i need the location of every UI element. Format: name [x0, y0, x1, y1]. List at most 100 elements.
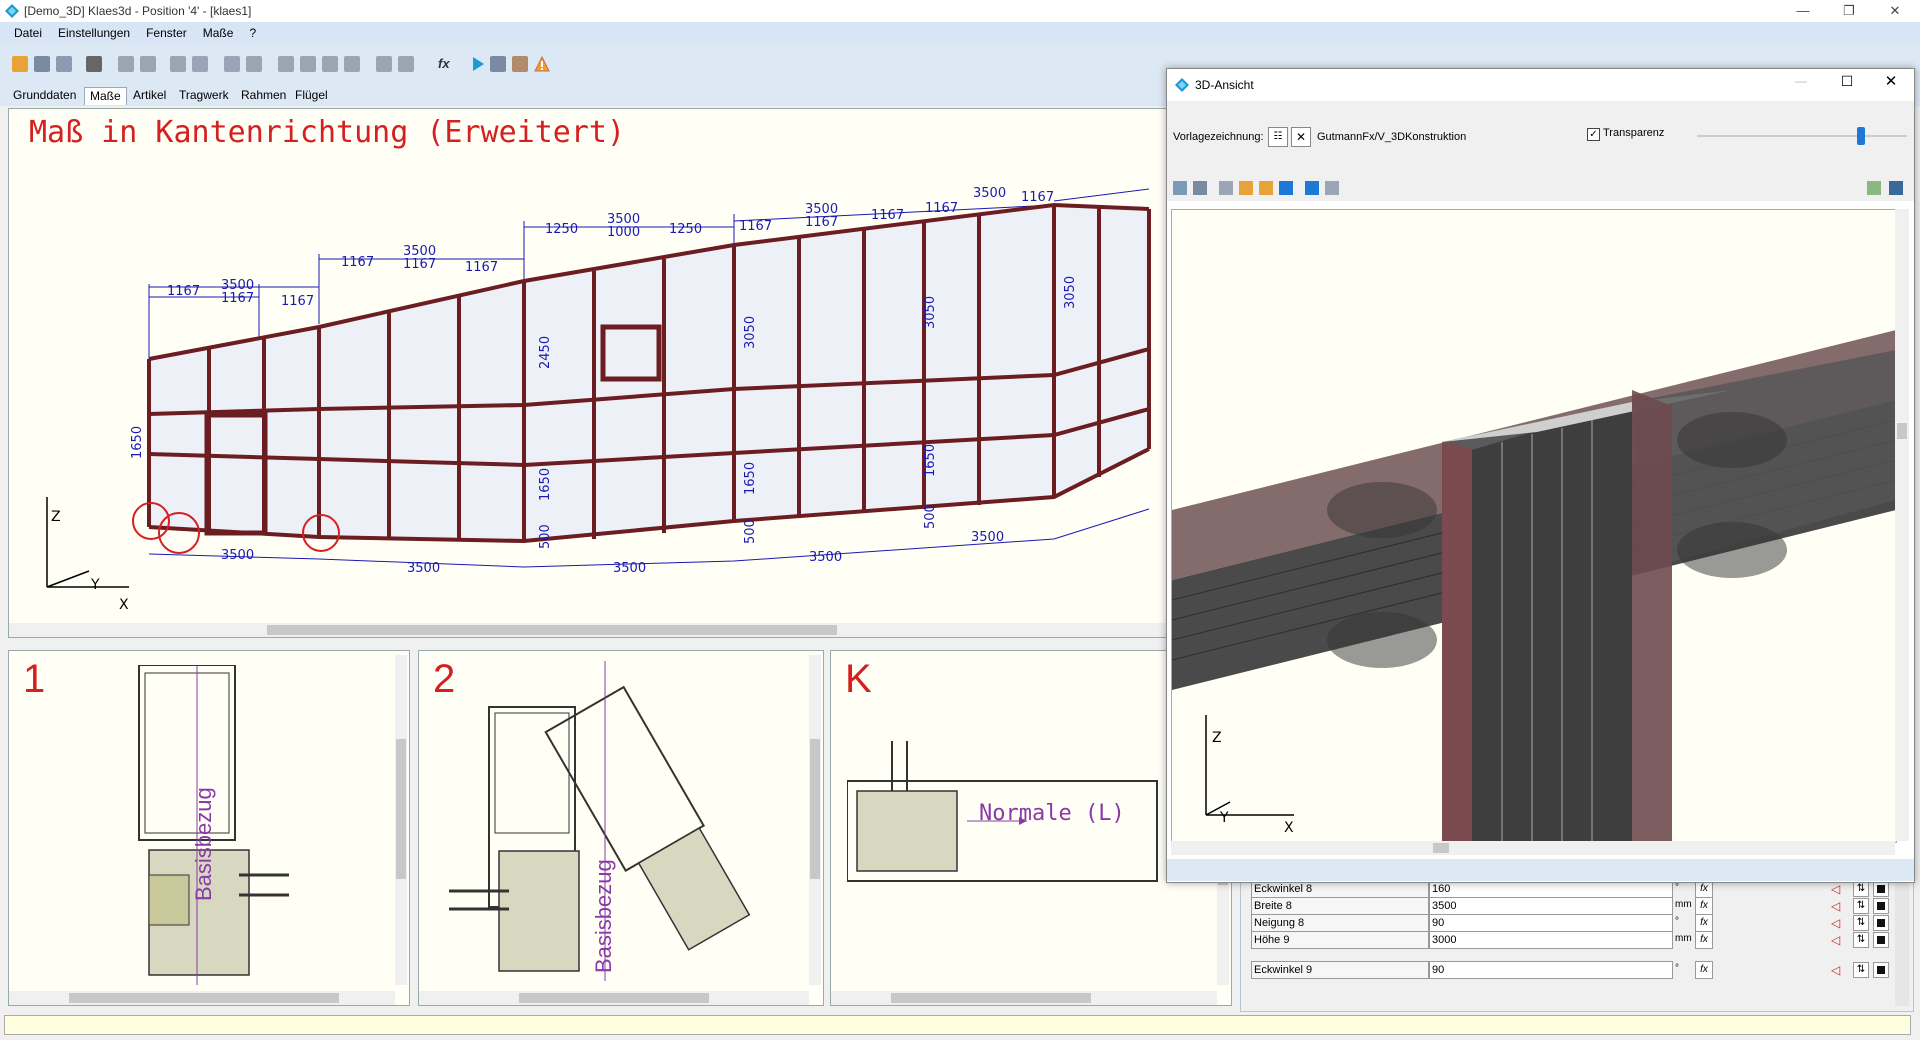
transparency-slider-thumb[interactable]: [1857, 127, 1865, 145]
detail-k-hscroll[interactable]: [831, 991, 1217, 1005]
arrow-right-icon[interactable]: [398, 56, 414, 72]
link-icon[interactable]: ⇅: [1853, 932, 1869, 948]
undo-icon[interactable]: [118, 56, 134, 72]
detail-2-vscroll-thumb[interactable]: [810, 739, 820, 879]
zoom-3d-icon[interactable]: [1219, 181, 1233, 195]
zoom-window-icon[interactable]: [246, 56, 262, 72]
detail-panel-1[interactable]: 1 Basisbezug: [8, 650, 410, 1006]
pan-3d-icon[interactable]: [1279, 181, 1293, 195]
property-formula-button[interactable]: fx: [1695, 914, 1713, 932]
view-3d-close-button[interactable]: ✕: [1879, 72, 1903, 92]
tab-artikel[interactable]: Artikel: [128, 87, 171, 104]
lock-icon[interactable]: [1873, 915, 1889, 931]
menu-masse[interactable]: Maße: [195, 22, 242, 40]
detail-k-annotation: Normale (L): [979, 801, 1125, 826]
link-icon[interactable]: ⇅: [1853, 898, 1869, 914]
property-formula-button[interactable]: fx: [1695, 897, 1713, 915]
view-3d-window[interactable]: 3D-Ansicht — ☐ ✕ Vorlagezeichnung: ☷ ✕ G…: [1166, 68, 1915, 883]
angle-icon[interactable]: ◁: [1831, 916, 1845, 930]
angle-icon[interactable]: ◁: [1831, 882, 1845, 896]
minimize-button[interactable]: —: [1780, 0, 1826, 22]
tab-rahmen[interactable]: Rahmen: [236, 87, 291, 104]
save-all-icon[interactable]: [56, 56, 72, 72]
detail-2-vscroll[interactable]: [809, 655, 821, 985]
warning-icon[interactable]: [534, 55, 550, 72]
template-label: Vorlagezeichnung:: [1173, 131, 1264, 143]
arrow-right-3d-icon[interactable]: [1325, 181, 1339, 195]
detail-k-hscroll-thumb[interactable]: [891, 993, 1091, 1003]
arrow-left-icon[interactable]: [376, 56, 392, 72]
back-icon[interactable]: [170, 56, 186, 72]
arrow-left-3d-icon[interactable]: [1305, 181, 1319, 195]
detail-1-hscroll-thumb[interactable]: [69, 993, 339, 1003]
detail-2-hscroll-thumb[interactable]: [519, 993, 709, 1003]
angle-icon[interactable]: ◁: [1831, 963, 1845, 977]
main-drawing-panel[interactable]: Maß in Kantenrichtung (Erweitert) 1167 3…: [8, 108, 1170, 638]
menu-datei[interactable]: Datei: [0, 22, 50, 40]
export-icon[interactable]: [512, 56, 528, 72]
lock-icon[interactable]: [1873, 898, 1889, 914]
link-icon[interactable]: ⇅: [1853, 881, 1869, 897]
zoom-window-3d-icon[interactable]: [1193, 181, 1207, 195]
save-icon[interactable]: [34, 56, 50, 72]
angle-icon[interactable]: ◁: [1831, 933, 1845, 947]
detail-2-hscroll[interactable]: [419, 991, 809, 1005]
close-button[interactable]: ✕: [1872, 0, 1918, 22]
zoom-icon[interactable]: [278, 56, 294, 72]
lock-icon[interactable]: [1873, 881, 1889, 897]
forward-icon[interactable]: [192, 56, 208, 72]
main-scroll-thumb[interactable]: [267, 625, 837, 635]
run-icon[interactable]: [470, 56, 486, 72]
rotate-3d-icon[interactable]: [1239, 181, 1253, 195]
export-image-icon[interactable]: [1867, 181, 1881, 195]
pan-icon[interactable]: [344, 56, 360, 72]
property-value-input[interactable]: 90: [1429, 914, 1673, 932]
detail-1-hscroll[interactable]: [9, 991, 395, 1005]
menu-fenster[interactable]: Fenster: [138, 22, 195, 40]
tab-tragwerk[interactable]: Tragwerk: [174, 87, 234, 104]
tab-fluegel[interactable]: Flügel: [290, 87, 333, 104]
refresh-3d-icon[interactable]: [1889, 181, 1903, 195]
link-icon[interactable]: ⇅: [1853, 962, 1869, 978]
view-3d-maximize-button[interactable]: ☐: [1835, 73, 1859, 93]
redraw-icon[interactable]: [322, 56, 338, 72]
properties-vscroll[interactable]: [1895, 876, 1909, 1006]
view-3d-canvas[interactable]: Z Y X: [1171, 209, 1897, 843]
property-formula-button[interactable]: fx: [1695, 961, 1713, 979]
detail-panel-2[interactable]: 2 Basisbezug: [418, 650, 824, 1006]
property-value-input[interactable]: 90: [1429, 961, 1673, 979]
template-clear-button[interactable]: ✕: [1291, 127, 1311, 147]
rotate-icon[interactable]: [300, 56, 316, 72]
view-3d-minimize-button[interactable]: —: [1789, 74, 1813, 94]
layers-icon[interactable]: [490, 56, 506, 72]
view-3d-hscroll[interactable]: [1171, 841, 1895, 855]
tab-masse[interactable]: Maße: [84, 87, 127, 105]
view-3d-vscroll-thumb[interactable]: [1897, 423, 1907, 439]
property-value-input[interactable]: 3500: [1429, 897, 1673, 915]
view-3d-hscroll-thumb[interactable]: [1433, 843, 1449, 853]
detail-1-vscroll[interactable]: [395, 655, 407, 985]
detail-1-vscroll-thumb[interactable]: [396, 739, 406, 879]
zoom-fit-3d-icon[interactable]: [1173, 181, 1187, 195]
restore-button[interactable]: ❐: [1826, 0, 1872, 22]
transparency-slider[interactable]: [1697, 127, 1907, 145]
link-icon[interactable]: ⇅: [1853, 915, 1869, 931]
zoom-fit-icon[interactable]: [224, 56, 240, 72]
menu-einstellungen[interactable]: Einstellungen: [50, 22, 138, 40]
property-value-input[interactable]: 3000: [1429, 931, 1673, 949]
angle-icon[interactable]: ◁: [1831, 899, 1845, 913]
transparency-checkbox[interactable]: ✓: [1587, 128, 1600, 141]
main-horizontal-scrollbar[interactable]: [9, 623, 1169, 637]
lock-icon[interactable]: [1873, 932, 1889, 948]
lock-icon[interactable]: [1873, 962, 1889, 978]
formula-icon[interactable]: fx: [438, 56, 454, 72]
orbit-3d-icon[interactable]: [1259, 181, 1273, 195]
tab-grunddaten[interactable]: Grunddaten: [8, 87, 81, 104]
open-icon[interactable]: [12, 56, 28, 72]
print-icon[interactable]: [86, 56, 102, 72]
property-formula-button[interactable]: fx: [1695, 931, 1713, 949]
view-3d-vscroll[interactable]: [1895, 209, 1909, 841]
menu-help[interactable]: ?: [241, 22, 264, 40]
template-settings-button[interactable]: ☷: [1268, 127, 1288, 147]
redo-icon[interactable]: [140, 56, 156, 72]
